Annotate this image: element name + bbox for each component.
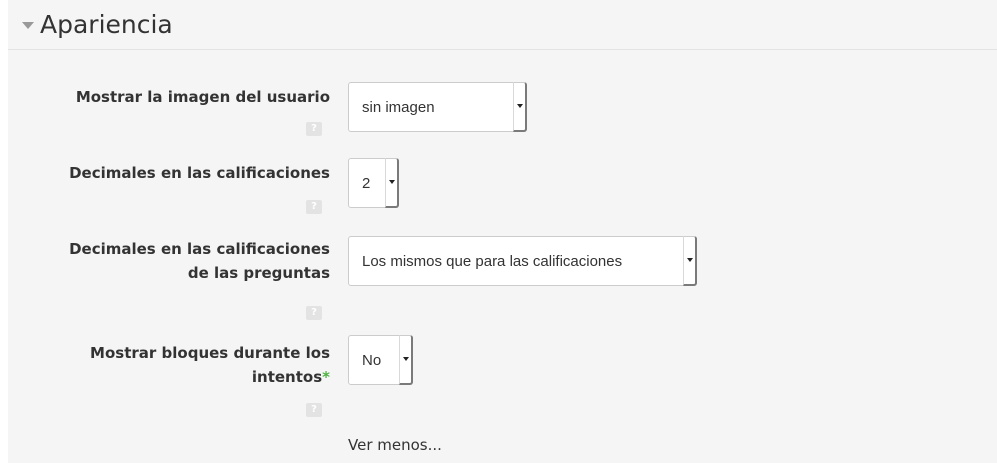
field-label-line: Mostrar bloques durante los: [90, 344, 330, 362]
help-icon[interactable]: ?: [306, 403, 322, 417]
help-icon[interactable]: ?: [306, 306, 322, 320]
field-label-user-image: Mostrar la imagen del usuario: [75, 88, 330, 106]
field-label-line-with-required: intentos*: [20, 365, 330, 389]
question-decimals-select[interactable]: Los mismos que para las calificaciones: [348, 236, 697, 286]
select-value: No: [362, 351, 382, 369]
collapse-triangle-icon[interactable]: [22, 22, 34, 29]
field-label-question-decimals: Decimales en las calificaciones de las p…: [20, 237, 330, 285]
dropdown-arrow-icon[interactable]: [683, 236, 697, 286]
user-image-select[interactable]: sin imagen: [348, 82, 527, 132]
field-label-line: de las preguntas: [187, 264, 330, 282]
dropdown-arrow-icon[interactable]: [513, 82, 527, 132]
field-label-show-blocks: Mostrar bloques durante los intentos*: [20, 341, 330, 389]
select-value: sin imagen: [362, 98, 435, 116]
appearance-section: Apariencia Mostrar la imagen del usuario…: [8, 0, 997, 463]
select-value: Los mismos que para las calificaciones: [362, 252, 623, 270]
help-icon[interactable]: ?: [306, 122, 322, 136]
dropdown-arrow-icon[interactable]: [399, 335, 413, 385]
help-icon[interactable]: ?: [306, 200, 322, 214]
field-label-line: Decimales en las calificaciones: [69, 240, 330, 258]
required-asterisk: *: [322, 368, 330, 386]
section-title: Apariencia: [40, 10, 173, 39]
section-header-apariencia[interactable]: Apariencia: [8, 0, 997, 50]
field-label-grade-decimals: Decimales en las calificaciones: [69, 164, 330, 182]
dropdown-arrow-icon[interactable]: [385, 158, 399, 208]
select-value: 2: [362, 174, 371, 192]
field-label-text: intentos: [251, 368, 323, 386]
show-blocks-select[interactable]: No: [348, 335, 413, 385]
grade-decimals-select[interactable]: 2: [348, 158, 399, 208]
show-less-link[interactable]: Ver menos...: [348, 436, 442, 454]
